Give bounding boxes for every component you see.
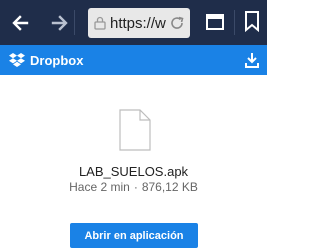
back-button[interactable] [4,0,36,45]
dropbox-icon [9,53,25,67]
file-meta: Hace 2 min · 876,12 KB [0,180,267,194]
file-icon [119,109,151,156]
toolbar-divider [234,10,235,35]
forward-arrow-icon [51,14,68,31]
document-icon [119,109,151,151]
tabs-button[interactable] [205,12,225,37]
lock-icon [94,16,106,30]
forward-button[interactable] [44,0,76,45]
browser-toolbar: https://w [0,0,267,45]
file-name: LAB_SUELOS.apk [78,164,189,179]
back-arrow-icon [12,14,29,31]
bookmark-button[interactable] [244,10,260,37]
bookmark-icon [245,11,259,33]
meta-separator: · [133,180,138,194]
dropbox-header: Dropbox [0,45,267,75]
download-icon [245,53,259,68]
file-size: 876,12 KB [141,180,198,194]
open-in-app-button[interactable]: Abrir en aplicación [70,223,198,248]
download-button[interactable] [237,45,267,75]
app-title: Dropbox [30,52,84,68]
tabs-icon [206,14,224,30]
file-time: Hace 2 min [69,180,130,194]
address-bar[interactable]: https://w [88,8,190,38]
reload-icon[interactable] [168,14,186,32]
url-text: https://w [110,14,166,32]
dropbox-logo[interactable]: Dropbox [8,52,83,68]
